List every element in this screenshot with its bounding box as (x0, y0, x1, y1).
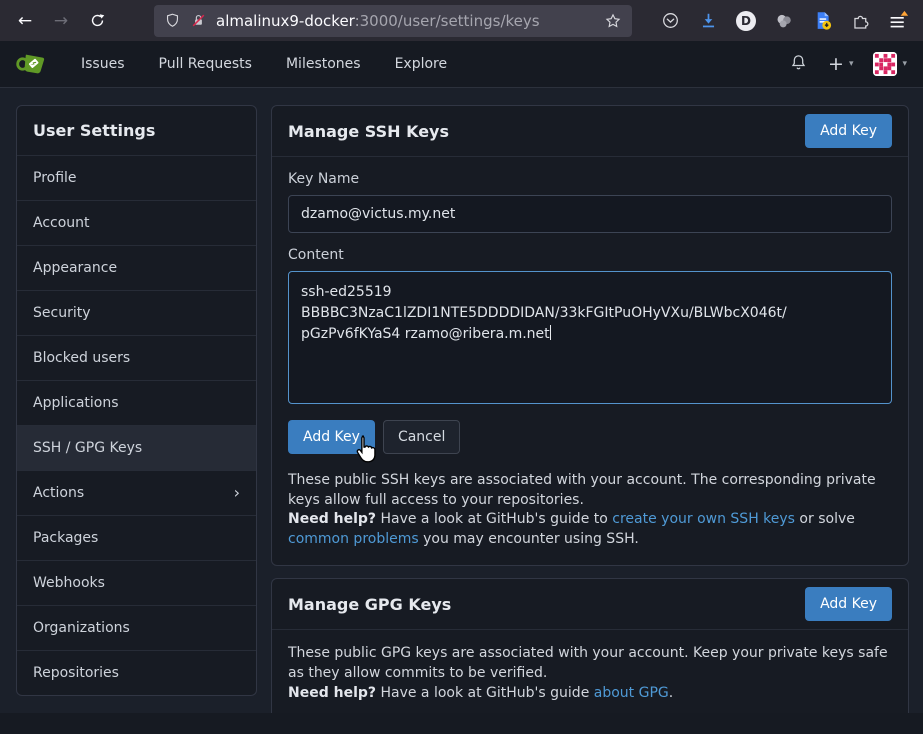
reload-icon (89, 12, 106, 29)
plus-icon: + (828, 55, 844, 74)
sidebar-item-repositories[interactable]: Repositories (17, 650, 256, 695)
notifications-button[interactable] (789, 53, 808, 76)
settings-main: Manage SSH Keys Add Key Key Name Content… (271, 105, 909, 720)
key-content-line2: pGzPv6fKYaS4 rzamo@ribera.m.net (301, 326, 550, 342)
menu-hamburger-icon[interactable] (887, 10, 909, 32)
toolbar-extensions: D (659, 10, 913, 32)
manage-gpg-keys-panel: Manage GPG Keys Add Key These public GPG… (271, 578, 909, 720)
chevron-down-icon: ▾ (902, 59, 907, 69)
forward-button[interactable]: → (46, 6, 76, 36)
gitea-navbar: Issues Pull Requests Milestones Explore … (0, 41, 923, 88)
back-icon: ← (18, 11, 32, 31)
add-key-submit-button[interactable]: Add Key (288, 420, 375, 454)
gpg-help-text: These public GPG keys are associated wit… (288, 644, 892, 703)
key-name-input[interactable] (288, 195, 892, 233)
sidebar-item-blocked-users[interactable]: Blocked users (17, 335, 256, 380)
extension-document-download-icon[interactable] (811, 10, 833, 32)
gpg-add-key-toggle-button[interactable]: Add Key (805, 587, 892, 621)
key-content-textarea[interactable]: ssh-ed25519 BBBBC3NzaC1lZDI1NTE5DDDDIDAN… (288, 271, 892, 404)
create-ssh-keys-link[interactable]: create your own SSH keys (612, 511, 795, 527)
sidebar-item-account[interactable]: Account (17, 200, 256, 245)
sidebar-title: User Settings (17, 106, 256, 155)
url-text: almalinux9-docker:3000/user/settings/key… (216, 12, 540, 30)
manage-ssh-keys-panel: Manage SSH Keys Add Key Key Name Content… (271, 105, 909, 566)
gpg-panel-header: Manage GPG Keys Add Key (272, 579, 908, 630)
need-help-label: Need help? (288, 685, 376, 701)
key-content-line1: ssh-ed25519 BBBBC3NzaC1lZDI1NTE5DDDDIDAN… (301, 284, 787, 321)
sidebar-item-security[interactable]: Security (17, 290, 256, 335)
sidebar-item-ssh-gpg-keys[interactable]: SSH / GPG Keys (17, 425, 256, 470)
sidebar-item-webhooks[interactable]: Webhooks (17, 560, 256, 605)
pocket-icon[interactable] (659, 10, 681, 32)
cancel-button[interactable]: Cancel (383, 420, 460, 454)
navbar-right: + ▾ ▾ (789, 52, 907, 76)
ssh-add-key-toggle-button[interactable]: Add Key (805, 114, 892, 148)
ssh-help-text: These public SSH keys are associated wit… (288, 471, 892, 549)
ssh-form-buttons: Add Key Cancel (288, 420, 892, 454)
common-problems-link[interactable]: common problems (288, 531, 419, 547)
sidebar-item-appearance[interactable]: Appearance (17, 245, 256, 290)
downloads-icon[interactable] (697, 10, 719, 32)
ssh-panel-header: Manage SSH Keys Add Key (272, 106, 908, 157)
chevron-right-icon: › (234, 487, 240, 500)
chevron-down-icon: ▾ (849, 59, 854, 69)
insecure-lock-icon[interactable] (190, 12, 207, 29)
settings-page: User Settings Profile Account Appearance… (0, 88, 923, 720)
bookmark-star-icon[interactable] (604, 12, 622, 30)
shield-icon[interactable] (164, 12, 181, 29)
avatar (873, 52, 897, 76)
key-name-label: Key Name (288, 171, 892, 187)
nav-link-explore[interactable]: Explore (378, 56, 465, 72)
sidebar-item-profile[interactable]: Profile (17, 155, 256, 200)
nav-link-pull-requests[interactable]: Pull Requests (142, 56, 269, 72)
extension-circles-icon[interactable] (773, 10, 795, 32)
user-menu-button[interactable]: ▾ (873, 52, 907, 76)
nav-link-milestones[interactable]: Milestones (269, 56, 378, 72)
extension-d-icon[interactable]: D (735, 10, 757, 32)
page-footer (0, 713, 923, 734)
gpg-panel-title: Manage GPG Keys (288, 595, 451, 614)
need-help-label: Need help? (288, 511, 376, 527)
back-button[interactable]: ← (10, 6, 40, 36)
sidebar-item-packages[interactable]: Packages (17, 515, 256, 560)
sidebar-item-actions[interactable]: Actions › (17, 470, 256, 515)
ssh-panel-body: Key Name Content ssh-ed25519 BBBBC3NzaC1… (272, 157, 908, 565)
sidebar-item-organizations[interactable]: Organizations (17, 605, 256, 650)
text-caret (550, 325, 551, 340)
content-label: Content (288, 247, 892, 263)
gitea-logo[interactable] (16, 49, 46, 79)
gpg-panel-body: These public GPG keys are associated wit… (272, 630, 908, 719)
extensions-puzzle-icon[interactable] (849, 10, 871, 32)
about-gpg-link[interactable]: about GPG (594, 685, 669, 701)
ssh-panel-title: Manage SSH Keys (288, 122, 449, 141)
sidebar-item-applications[interactable]: Applications (17, 380, 256, 425)
url-path: :3000/user/settings/keys (355, 12, 540, 30)
url-host: almalinux9-docker (216, 12, 355, 30)
settings-sidebar: User Settings Profile Account Appearance… (16, 105, 257, 696)
nav-link-issues[interactable]: Issues (64, 56, 142, 72)
browser-toolbar: ← → almalinux9-docker:3000/user/settings… (0, 0, 923, 41)
forward-icon: → (54, 11, 68, 31)
address-bar[interactable]: almalinux9-docker:3000/user/settings/key… (154, 5, 632, 37)
create-new-button[interactable]: + ▾ (828, 55, 853, 74)
bell-icon (789, 53, 808, 72)
reload-button[interactable] (82, 6, 112, 36)
